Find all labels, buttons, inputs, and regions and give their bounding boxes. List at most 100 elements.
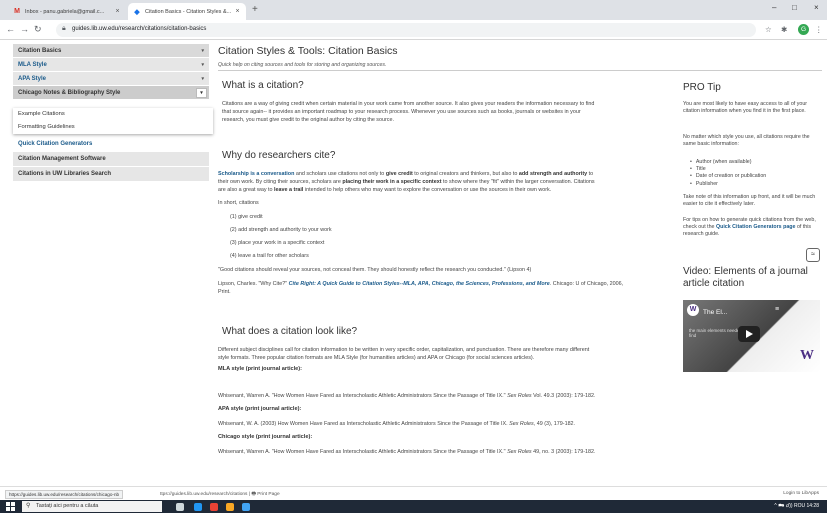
login-link[interactable]: Login to LibApps (783, 491, 819, 496)
page-subtitle: Quick help on citing sources and tools f… (218, 62, 387, 68)
text: are also a great way to (218, 187, 275, 193)
text: , 49 (3), 179-182. (533, 421, 576, 427)
tab-title: Inbox - panu.gabriela@gmail.c... (25, 8, 105, 15)
sidebar-item-citation-management[interactable]: Citation Management Software (13, 152, 209, 166)
video-title-overlay: The El... (703, 309, 728, 316)
task-view-icon[interactable] (176, 503, 184, 511)
emphasis: give credit (385, 171, 413, 177)
pro-tip-text: No matter which style you use, all citat… (683, 134, 810, 148)
text: their own work. By citing their sources,… (218, 179, 343, 185)
section-heading: What is a citation? (222, 80, 304, 91)
menu-icon[interactable]: ⋮ (815, 25, 823, 34)
list-item: (4) leave a trail for other scholars (230, 253, 309, 259)
extensions-icon[interactable]: ✱ (781, 25, 787, 34)
chevron-down-icon[interactable]: ▾ (196, 88, 207, 98)
new-tab-button[interactable]: + (252, 4, 258, 15)
chevron-down-icon: ▾ (201, 75, 204, 82)
chicago-citation: Whisenant, Warren A. "How Women Have Far… (218, 448, 595, 456)
pro-tip-heading: PRO Tip (683, 82, 721, 93)
sidebar-item-mla[interactable]: MLA Style ▾ (13, 58, 209, 72)
pro-tip-text: Take note of this information up front, … (683, 194, 816, 208)
video-menu-icon[interactable]: ≡ (775, 306, 779, 313)
windows-taskbar: ⚲ Tastați aici pentru a căuta ^ 🗪 ⅆ)) RO… (0, 500, 827, 513)
text: to original creators and thinkers, but a… (412, 171, 519, 177)
menu-item-formatting-guidelines[interactable]: Formatting Guidelines (13, 121, 213, 134)
uw-w-logo: W (800, 348, 814, 363)
video-player[interactable]: W The El... ≡ the main elements needed t… (683, 300, 820, 372)
taskbar-search[interactable]: ⚲ Tastați aici pentru a căuta (22, 501, 162, 512)
maximize-button[interactable]: □ (792, 3, 797, 12)
list-item: (3) place your work in a specific contex… (230, 240, 325, 246)
sidebar-item-quick-citation-generators[interactable]: Quick Citation Generators (13, 137, 209, 151)
hover-url: https://guides.lib.uw.edu/research/citat… (5, 490, 124, 499)
file-explorer-icon[interactable] (226, 503, 234, 511)
book-link[interactable]: Cite Right: A Quick Guide to Citation St… (289, 281, 550, 287)
close-icon[interactable]: × (114, 8, 121, 15)
video-heading: Video: Elements of a journal article cit… (683, 266, 808, 289)
menu-item-example-citations[interactable]: Example Citations (13, 108, 213, 121)
back-icon[interactable]: ← (6, 24, 15, 34)
pro-tip-list: Author (when available) Title Date of cr… (696, 159, 766, 188)
section-heading: What does a citation look like? (222, 326, 358, 337)
sidebar-item-label: APA Style (18, 75, 47, 82)
status-bar: https://guides.lib.uw.edu/research/citat… (0, 486, 827, 500)
apa-citation: Whisenant, W. A. (2003) How Women Have F… (218, 420, 575, 428)
emphasis: add strength and authority (518, 171, 588, 177)
search-icon: ⚲ (26, 503, 31, 509)
uw-logo-icon: W (687, 304, 699, 316)
url-field[interactable]: 🔒︎ guides.lib.uw.edu/research/citations/… (56, 23, 756, 37)
chevron-down-icon: ▾ (201, 61, 204, 68)
tab-title: Citation Basics - Citation Styles &... (145, 8, 232, 15)
minimize-button[interactable]: – (772, 3, 776, 12)
sidebar: Citation Basics ▾ MLA Style ▾ APA Style … (13, 44, 209, 100)
list-item: Title (696, 166, 766, 173)
mla-label: MLA style (print journal article): (218, 366, 303, 372)
windows-start-icon[interactable] (6, 502, 15, 511)
sidebar-item-label: Chicago Notes & Bibliography Style (18, 89, 121, 96)
pro-tip-text: You are most likely to have easy access … (683, 101, 808, 115)
close-icon[interactable]: × (234, 8, 241, 15)
mail-icon[interactable] (242, 503, 250, 511)
sidebar-item-uw-libraries-search[interactable]: Citations in UW Libraries Search (13, 167, 209, 181)
sidebar-item-citation-basics[interactable]: Citation Basics ▾ (13, 44, 209, 58)
lock-icon: 🔒︎ (62, 25, 66, 32)
emphasis: placing their work in a specific context (342, 179, 442, 185)
journal-title: Sex Roles (507, 449, 532, 455)
journal-title: Sex Roles (509, 421, 534, 427)
text: Lipson, Charles. "Why Cite?" (218, 281, 289, 287)
list-item: (1) give credit (230, 214, 263, 220)
divider (218, 70, 822, 71)
sidebar-item-label: MLA Style (18, 61, 47, 68)
quote: "Good citations should reveal your sourc… (218, 267, 532, 273)
edge-icon[interactable] (194, 503, 202, 511)
close-window-button[interactable]: × (814, 3, 819, 12)
quick-citation-link[interactable]: Quick Citation Generators page (716, 224, 795, 230)
emphasis-link[interactable]: Scholarship is a conversation (218, 171, 294, 177)
sidebar-item-apa[interactable]: APA Style ▾ (13, 72, 209, 86)
text: to show where they "fit" within the larg… (441, 179, 595, 185)
tab-gmail[interactable]: M Inbox - panu.gabriela@gmail.c... × (8, 3, 126, 20)
reload-icon[interactable]: ↻ (34, 24, 42, 35)
text: . Chicago: U of Chicago, 2006, (549, 281, 624, 287)
list-item: (2) add strength and authority to your w… (230, 227, 332, 233)
text: Whisenant, Warren A. "How Women Have Far… (218, 449, 508, 455)
sidebar-item-chicago[interactable]: Chicago Notes & Bibliography Style ▾ (13, 86, 209, 100)
back-to-top-button[interactable]: ≈ (806, 248, 820, 262)
text: 49, no. 3 (2003): 179-182. (531, 449, 596, 455)
system-tray[interactable]: ^ 🗪 ⅆ)) ROU 14:28 (774, 503, 819, 511)
text: and scholars use citations not only to (294, 171, 386, 177)
gmail-icon: M (14, 8, 20, 15)
reference: Lipson, Charles. "Why Cite?" Cite Right:… (218, 280, 623, 288)
chrome-icon[interactable] (210, 503, 218, 511)
star-icon[interactable]: ☆ (765, 25, 772, 34)
footer-links[interactable]: ttps://guides.lib.uw.edu/research/citati… (160, 491, 280, 499)
tab-citation-basics[interactable]: ◆ Citation Basics - Citation Styles &...… (128, 3, 246, 20)
text: Whisenant, W. A. (2003) How Women Have F… (218, 421, 510, 427)
forward-icon[interactable]: → (20, 24, 29, 34)
profile-avatar[interactable]: G (798, 24, 809, 35)
paragraph-line: In short, citations (218, 200, 259, 206)
sidebar-item-label: Citation Basics (18, 47, 62, 54)
reference: Print. (218, 289, 231, 295)
chevron-up-icon: ≈ (811, 251, 815, 258)
play-icon[interactable] (738, 326, 760, 342)
